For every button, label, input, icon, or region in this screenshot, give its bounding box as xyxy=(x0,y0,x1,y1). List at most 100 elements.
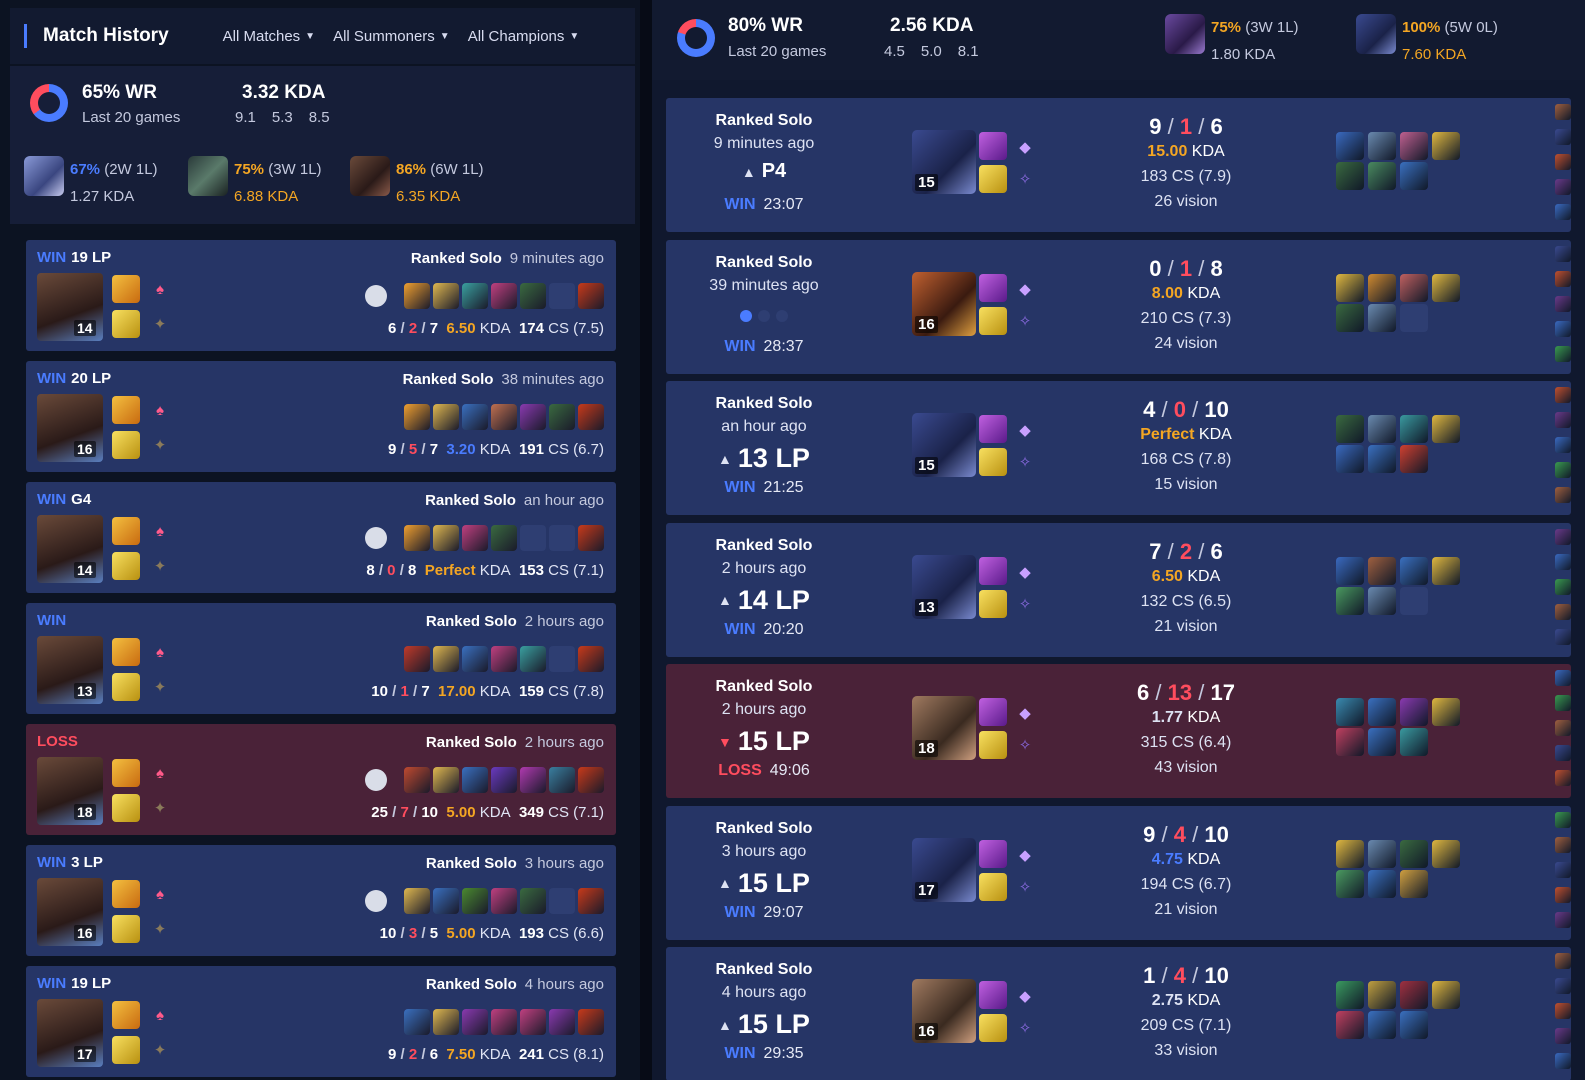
champion-stat[interactable]: 86% (6W 1L) 6.35 KDA xyxy=(350,156,484,210)
match-row[interactable]: Ranked Solo an hour ago ▲ 13 LP WIN 21:25 … xyxy=(666,381,1571,515)
item-slot[interactable] xyxy=(1400,162,1428,190)
teammate-portrait[interactable] xyxy=(1555,528,1571,545)
item-slot[interactable] xyxy=(1400,132,1428,160)
teammate-portrait[interactable] xyxy=(1555,695,1571,711)
match-row[interactable]: Ranked Solo 2 hours ago ▼ 15 LP LOSS 49:06… xyxy=(666,664,1571,798)
item-slot[interactable] xyxy=(462,525,488,551)
item-slot[interactable] xyxy=(1432,698,1460,726)
teammate-portrait[interactable] xyxy=(1555,670,1571,686)
item-slot[interactable] xyxy=(520,646,546,672)
item-slot[interactable] xyxy=(520,525,546,551)
item-slot[interactable] xyxy=(549,525,575,551)
item-slot[interactable] xyxy=(1400,415,1428,443)
teammate-portrait[interactable] xyxy=(1555,154,1571,170)
match-card[interactable]: WIN 19 LP 17 ♠ ✦ Ranked Solo 4 hours ago … xyxy=(26,966,616,1077)
item-slot[interactable] xyxy=(578,404,604,430)
item-slot[interactable] xyxy=(491,1009,517,1035)
item-slot[interactable] xyxy=(1400,869,1428,898)
teammate-portrait[interactable] xyxy=(1555,1003,1571,1019)
item-slot[interactable] xyxy=(1368,839,1396,868)
item-slot[interactable] xyxy=(1400,728,1428,756)
item-slot[interactable] xyxy=(433,1009,459,1035)
teammate-portrait[interactable] xyxy=(1555,978,1571,994)
item-slot[interactable] xyxy=(1368,1011,1396,1039)
item-slot[interactable] xyxy=(1336,981,1364,1009)
teammate-portrait[interactable] xyxy=(1555,487,1571,503)
item-slot[interactable] xyxy=(1400,556,1428,585)
item-slot[interactable] xyxy=(520,1009,546,1035)
teammate-portrait[interactable] xyxy=(1555,861,1571,878)
match-row[interactable]: Ranked Solo 3 hours ago ▲ 15 LP WIN 29:07 … xyxy=(666,805,1571,940)
item-slot[interactable] xyxy=(1400,698,1428,726)
item-slot[interactable] xyxy=(491,525,517,551)
item-slot[interactable] xyxy=(578,283,604,309)
item-slot[interactable] xyxy=(433,646,459,672)
teammate-portrait[interactable] xyxy=(1555,462,1571,478)
teammate-portrait[interactable] xyxy=(1555,953,1571,969)
item-slot[interactable] xyxy=(578,1009,604,1035)
teammate-portrait[interactable] xyxy=(1555,437,1571,453)
teammate-portrait[interactable] xyxy=(1555,295,1571,312)
item-slot[interactable] xyxy=(1336,1011,1364,1039)
teammate-portrait[interactable] xyxy=(1555,387,1571,403)
item-slot[interactable] xyxy=(404,283,430,309)
item-slot[interactable] xyxy=(520,767,546,793)
item-slot[interactable] xyxy=(1400,1011,1428,1039)
item-slot[interactable] xyxy=(1336,303,1364,332)
item-slot[interactable] xyxy=(1400,273,1428,302)
item-slot[interactable] xyxy=(462,646,488,672)
item-slot[interactable] xyxy=(1400,981,1428,1009)
item-slot[interactable] xyxy=(1368,698,1396,726)
match-row[interactable]: Ranked Solo 4 hours ago ▲ 15 LP WIN 29:35 … xyxy=(666,947,1571,1080)
item-slot[interactable] xyxy=(404,646,430,672)
item-slot[interactable] xyxy=(1400,586,1428,615)
match-card[interactable]: WIN 13 ♠ ✦ Ranked Solo 2 hours ago 10 / 1… xyxy=(26,603,616,714)
item-slot[interactable] xyxy=(1432,132,1460,160)
item-slot[interactable] xyxy=(491,767,517,793)
item-slot[interactable] xyxy=(578,646,604,672)
item-slot[interactable] xyxy=(462,888,488,914)
item-slot[interactable] xyxy=(404,888,430,914)
item-slot[interactable] xyxy=(578,888,604,914)
item-slot[interactable] xyxy=(1336,728,1364,756)
item-slot[interactable] xyxy=(462,404,488,430)
item-slot[interactable] xyxy=(578,525,604,551)
item-slot[interactable] xyxy=(462,283,488,309)
champion-stat[interactable]: 67% (2W 1L) 1.27 KDA xyxy=(24,156,158,210)
teammate-portrait[interactable] xyxy=(1555,129,1571,145)
item-slot[interactable] xyxy=(433,283,459,309)
teammate-portrait[interactable] xyxy=(1555,345,1571,362)
item-slot[interactable] xyxy=(1336,445,1364,473)
teammate-portrait[interactable] xyxy=(1555,770,1571,786)
item-slot[interactable] xyxy=(1368,303,1396,332)
teammate-portrait[interactable] xyxy=(1555,911,1571,928)
champion-stat[interactable]: 100% (5W 0L) 7.60 KDA xyxy=(1356,14,1498,68)
champion-stat[interactable]: 75% (3W 1L) 1.80 KDA xyxy=(1165,14,1299,68)
item-slot[interactable] xyxy=(549,404,575,430)
match-card[interactable]: WIN 20 LP 16 ♠ ✦ Ranked Solo 38 minutes a… xyxy=(26,361,616,472)
item-slot[interactable] xyxy=(1336,698,1364,726)
item-slot[interactable] xyxy=(433,404,459,430)
teammate-portrait[interactable] xyxy=(1555,104,1571,120)
item-slot[interactable] xyxy=(520,888,546,914)
item-slot[interactable] xyxy=(549,283,575,309)
item-slot[interactable] xyxy=(1336,273,1364,302)
item-slot[interactable] xyxy=(491,283,517,309)
filter-matches-dropdown[interactable]: All Matches ▼ xyxy=(223,28,315,45)
item-slot[interactable] xyxy=(1336,556,1364,585)
teammate-portrait[interactable] xyxy=(1555,578,1571,595)
item-slot[interactable] xyxy=(1368,586,1396,615)
teammate-portrait[interactable] xyxy=(1555,553,1571,570)
item-slot[interactable] xyxy=(433,888,459,914)
item-slot[interactable] xyxy=(1368,415,1396,443)
match-row[interactable]: Ranked Solo 39 minutes ago WIN 28:37 16 ◆… xyxy=(666,239,1571,374)
item-slot[interactable] xyxy=(520,404,546,430)
teammate-portrait[interactable] xyxy=(1555,720,1571,736)
teammate-portrait[interactable] xyxy=(1555,1028,1571,1044)
teammate-portrait[interactable] xyxy=(1555,270,1571,287)
item-slot[interactable] xyxy=(491,888,517,914)
item-slot[interactable] xyxy=(1336,586,1364,615)
item-slot[interactable] xyxy=(1336,132,1364,160)
item-slot[interactable] xyxy=(1432,981,1460,1009)
item-slot[interactable] xyxy=(404,404,430,430)
